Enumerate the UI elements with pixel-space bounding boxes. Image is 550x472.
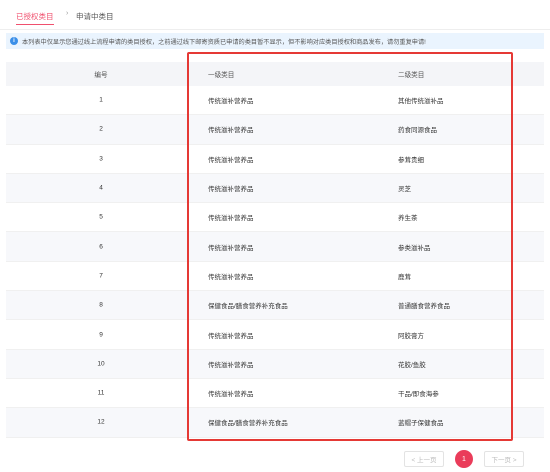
table-row: 12 保健食品/膳食营养补充食品 蓝帽子保健食品 <box>6 408 544 438</box>
row-level2-cell: 参茸贵细 <box>398 156 424 164</box>
row-level1-cell: 传统滋补营养品 <box>208 391 254 399</box>
row-id-cell: 7 <box>99 272 103 280</box>
row-level1-cell: 传统滋补营养品 <box>208 127 254 135</box>
tab-bar: 已授权类目 › 申请中类目 <box>0 0 550 30</box>
header-level1-category: 一级类目 <box>208 72 235 79</box>
row-id-cell: 3 <box>99 155 103 163</box>
row-id-cell: 5 <box>99 213 103 221</box>
table-header: 编号 一级类目 二级类目 <box>6 62 544 86</box>
row-level1-cell: 传统滋补营养品 <box>208 156 254 164</box>
row-id-cell: 12 <box>97 418 105 426</box>
table-row: 6 传统滋补营养品 参类滋补品 <box>6 232 544 262</box>
info-icon: i <box>10 37 18 45</box>
table-row: 7 传统滋补营养品 鹿茸 <box>6 262 544 292</box>
current-page-button[interactable]: 1 <box>455 450 473 468</box>
table-row: 5 传统滋补营养品 养生茶 <box>6 203 544 233</box>
row-level2-cell: 普通膳食营养食品 <box>398 303 450 311</box>
table-row: 4 传统滋补营养品 灵芝 <box>6 173 544 204</box>
table-row: 1 传统滋补营养品 其他传统滋补品 <box>6 86 544 116</box>
table-body: 1 传统滋补营养品 其他传统滋补品 2 传统滋补营养品 药食同源食品 3 传统滋补营养品 参茸贵… <box>6 86 544 438</box>
row-level2-cell: 干品/即食海参 <box>398 391 439 399</box>
tab-pending-categories[interactable]: 申请中类目 <box>76 11 114 22</box>
notice-text: 本列表中仅显示您通过线上流程申请的类目授权，之前通过线下邮寄资质已申请的类目暂不… <box>22 38 426 46</box>
row-id-cell: 8 <box>99 301 103 309</box>
row-id-cell: 2 <box>99 125 103 133</box>
row-level1-cell: 传统滋补营养品 <box>208 98 254 106</box>
row-level2-cell: 鹿茸 <box>398 273 411 281</box>
table-row: 10 传统滋补营养品 花胶/鱼胶 <box>6 349 544 379</box>
pagination: < 上一页 1 下一页 > <box>404 450 524 468</box>
row-level2-cell: 药食同源食品 <box>398 127 437 135</box>
row-id-cell: 4 <box>99 184 103 192</box>
row-level2-cell: 灵芝 <box>398 186 411 194</box>
table-row: 8 保健食品/膳食营养补充食品 普通膳食营养食品 <box>6 291 544 321</box>
tab-authorized-categories[interactable]: 已授权类目 <box>16 11 54 25</box>
row-level1-cell: 传统滋补营养品 <box>208 273 254 281</box>
row-level2-cell: 阿胶膏方 <box>398 332 424 340</box>
row-level2-cell: 其他传统滋补品 <box>398 98 444 106</box>
table-row: 11 传统滋补营养品 干品/即食海参 <box>6 379 544 409</box>
table-row: 2 传统滋补营养品 药食同源食品 <box>6 115 544 145</box>
row-id-cell: 10 <box>97 360 105 368</box>
notice-banner: i 本列表中仅显示您通过线上流程申请的类目授权，之前通过线下邮寄资质已申请的类目… <box>6 33 544 49</box>
header-id: 编号 <box>94 72 108 79</box>
row-level1-cell: 传统滋补营养品 <box>208 244 254 252</box>
row-level1-cell: 保健食品/膳食营养补充食品 <box>208 303 288 311</box>
row-id-cell: 6 <box>99 243 103 251</box>
row-level1-cell: 传统滋补营养品 <box>208 361 254 369</box>
row-level1-cell: 传统滋补营养品 <box>208 186 254 194</box>
row-level1-cell: 传统滋补营养品 <box>208 332 254 340</box>
row-id-cell: 1 <box>99 96 103 104</box>
table-row: 9 传统滋补营养品 阿胶膏方 <box>6 320 544 350</box>
row-level2-cell: 养生茶 <box>398 215 418 223</box>
breadcrumb-separator: › <box>66 10 69 17</box>
header-level2-category: 二级类目 <box>398 72 425 79</box>
next-page-button[interactable]: 下一页 > <box>484 451 524 467</box>
row-level1-cell: 传统滋补营养品 <box>208 215 254 223</box>
row-level2-cell: 参类滋补品 <box>398 244 431 252</box>
prev-page-button[interactable]: < 上一页 <box>404 451 444 467</box>
row-id-cell: 9 <box>99 331 103 339</box>
category-table: 编号 一级类目 二级类目 1 传统滋补营养品 其他传统滋补品 2 传统滋补营养品 药食同源… <box>6 62 544 438</box>
row-level1-cell: 保健食品/膳食营养补充食品 <box>208 420 288 428</box>
row-id-cell: 11 <box>97 389 105 397</box>
row-level2-cell: 花胶/鱼胶 <box>398 361 426 369</box>
table-row: 3 传统滋补营养品 参茸贵细 <box>6 145 544 174</box>
row-level2-cell: 蓝帽子保健食品 <box>398 420 444 428</box>
